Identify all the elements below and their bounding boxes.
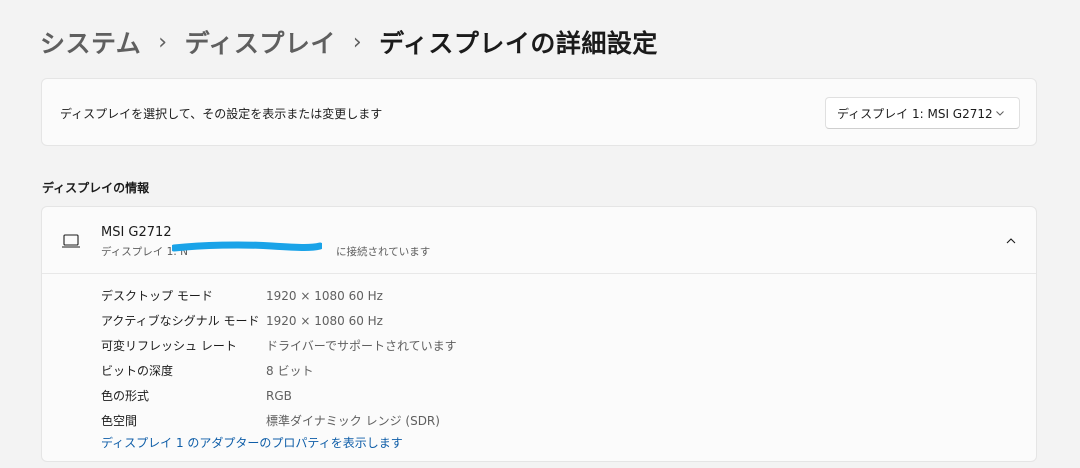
- section-title-display-info: ディスプレイの情報: [42, 181, 150, 195]
- redaction-mark: [172, 241, 322, 252]
- info-row-color-format: 色の形式 RGB: [101, 383, 457, 408]
- select-display-card: ディスプレイを選択して、その設定を表示または変更します ディスプレイ 1: MS…: [41, 78, 1037, 146]
- page-title: ディスプレイの詳細設定: [379, 29, 658, 58]
- display-info-list: デスクトップ モード 1920 × 1080 60 Hz アクティブなシグナル …: [101, 283, 457, 433]
- info-label: 色の形式: [101, 389, 150, 403]
- info-label: ビットの深度: [101, 364, 174, 378]
- connection-suffix: に接続されています: [336, 246, 431, 258]
- breadcrumb-display[interactable]: ディスプレイ: [185, 24, 336, 60]
- info-value: ドライバーでサポートされています: [266, 339, 457, 353]
- chevron-down-icon: [996, 111, 1004, 116]
- info-label: 可変リフレッシュ レート: [101, 339, 237, 353]
- info-row-bit-depth: ビットの深度 8 ビット: [101, 358, 457, 383]
- breadcrumb: システム › ディスプレイ › ディスプレイの詳細設定: [40, 22, 658, 62]
- adapter-properties-link[interactable]: ディスプレイ 1 のアダプターのプロパティを表示します: [101, 434, 403, 451]
- monitor-name: MSI G2712: [101, 225, 172, 240]
- breadcrumb-system[interactable]: システム: [40, 24, 141, 60]
- info-row-color-space: 色空間 標準ダイナミック レンジ (SDR): [101, 408, 457, 433]
- select-display-description: ディスプレイを選択して、その設定を表示または変更します: [60, 107, 383, 121]
- display-info-header[interactable]: MSI G2712 ディスプレイ 1: N に接続されています: [42, 207, 1036, 274]
- display-select-dropdown[interactable]: ディスプレイ 1: MSI G2712: [825, 97, 1020, 129]
- info-value: 標準ダイナミック レンジ (SDR): [266, 414, 440, 428]
- dropdown-selected-value: ディスプレイ 1: MSI G2712: [837, 106, 993, 121]
- info-row-variable-refresh-rate: 可変リフレッシュ レート ドライバーでサポートされています: [101, 333, 457, 358]
- info-row-desktop-mode: デスクトップ モード 1920 × 1080 60 Hz: [101, 283, 457, 308]
- info-value: 8 ビット: [266, 364, 314, 378]
- info-label: 色空間: [101, 414, 138, 428]
- info-label: アクティブなシグナル モード: [101, 314, 260, 328]
- laptop-icon: [62, 234, 80, 248]
- info-label: デスクトップ モード: [101, 289, 213, 303]
- display-info-card: MSI G2712 ディスプレイ 1: N に接続されています デスクトップ モー…: [41, 206, 1037, 462]
- chevron-right-icon: ›: [158, 29, 168, 55]
- advanced-display-settings-page: システム › ディスプレイ › ディスプレイの詳細設定 ディスプレイを選択して、…: [0, 0, 1080, 468]
- info-value: 1920 × 1080 60 Hz: [266, 313, 383, 328]
- info-value: RGB: [266, 388, 292, 403]
- chevron-up-icon[interactable]: [1002, 232, 1020, 250]
- info-row-active-signal-mode: アクティブなシグナル モード 1920 × 1080 60 Hz: [101, 308, 457, 333]
- info-value: 1920 × 1080 60 Hz: [266, 288, 383, 303]
- chevron-right-icon: ›: [352, 29, 363, 55]
